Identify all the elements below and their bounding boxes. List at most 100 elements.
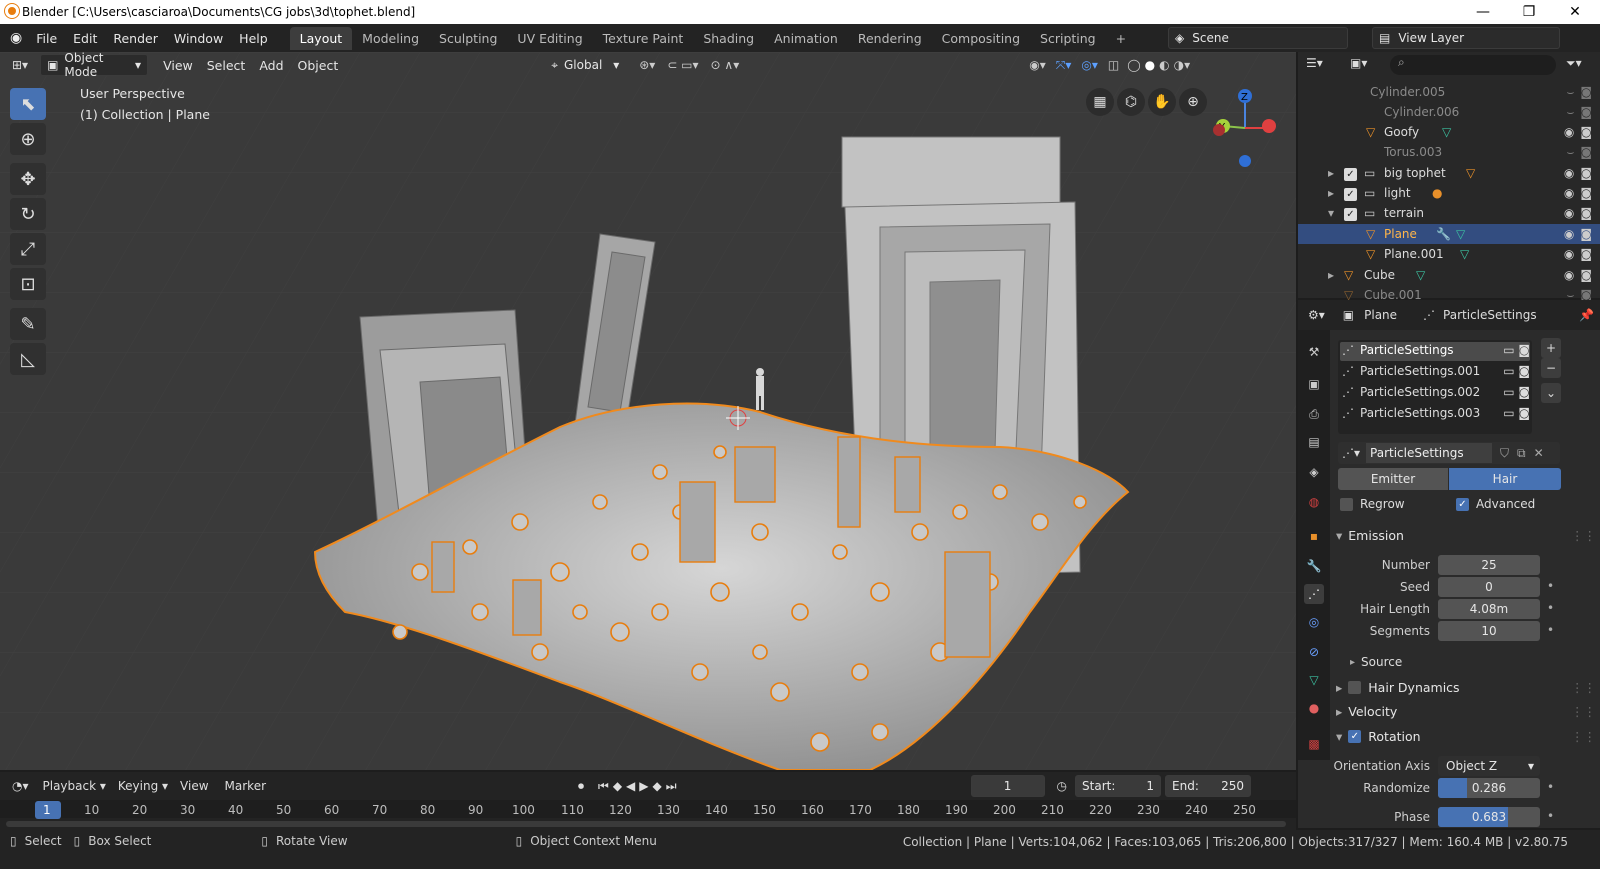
tab-compositing[interactable]: Compositing [932,27,1030,50]
drag-handle-icon[interactable]: ⋮⋮ [1571,680,1596,695]
menu-file[interactable]: File [28,31,65,46]
outliner-row-cylinder-006[interactable]: Cylinder.006 ⌣ ◙ [1298,102,1600,122]
fake-user-shield-icon[interactable]: ⛉ [1500,446,1509,461]
menu-render[interactable]: Render [105,31,166,46]
transform-orientation-dropdown[interactable]: ⌖ Global ▾ [545,54,625,76]
expand-arrow-icon[interactable]: ▸ [1328,186,1334,200]
record-button-icon[interactable]: ⏺ [578,779,584,794]
number-field[interactable]: 25 [1438,555,1540,575]
outliner-row-icons[interactable]: ◉ ◙ [1564,166,1592,180]
measure-tool[interactable]: ◺ [10,343,46,375]
outliner-row-cube[interactable]: ▸ ▽ Cube ▽ ◉ ◙ [1298,265,1600,285]
outliner-editor-icon[interactable]: ☰▾ [1306,56,1323,70]
tab-rendering[interactable]: Rendering [848,27,932,50]
outliner-row-plane[interactable]: ▽ Plane 🔧 ▽ ◉ ◙ [1298,224,1600,244]
collapse-arrow-icon[interactable]: ▾ [1328,206,1334,220]
world-tab-icon[interactable]: ◍ [1304,492,1324,512]
cursor-tool[interactable]: ⊕ [10,123,46,155]
display-mode-icon[interactable]: ▣▾ [1350,56,1367,70]
tab-shading[interactable]: Shading [693,27,764,50]
current-frame-field[interactable]: 1 [970,775,1045,797]
menu-help[interactable]: Help [231,31,276,46]
tab-scripting[interactable]: Scripting [1030,27,1106,50]
particles-tab-icon[interactable]: ⋰ [1304,584,1324,604]
viewport-display-icon[interactable]: ▭ ◙ [1503,385,1530,399]
datablock-name-field[interactable]: ParticleSettings [1366,443,1493,463]
tab-texture-paint[interactable]: Texture Paint [593,27,694,50]
toggle-ortho-icon[interactable]: ▦ [1086,88,1114,116]
hair-dynamics-section-header[interactable]: ▸ Hair Dynamics ⋮⋮ [1336,676,1596,698]
keyframe-dot-icon[interactable]: • [1547,579,1554,593]
outliner-row-icons[interactable]: ◉ ◙ [1564,186,1592,200]
keyframe-dot-icon[interactable]: • [1547,601,1554,615]
editor-type-icon[interactable]: ⊞▾ [12,58,28,72]
type-emitter-button[interactable]: Emitter [1338,468,1448,490]
menu-window[interactable]: Window [166,31,231,46]
output-tab-icon[interactable]: ⎙ [1304,404,1324,424]
list-item[interactable]: ⋰ ParticleSettings ▭ ◙ [1342,343,1530,357]
list-item[interactable]: ⋰ ParticleSettings.002 ▭ ◙ [1342,385,1530,399]
constraints-tab-icon[interactable]: ⊘ [1304,642,1324,662]
annotate-tool[interactable]: ✎ [10,308,46,340]
add-workspace-button[interactable]: + [1106,27,1136,50]
zoom-icon[interactable]: ⊕ [1179,88,1207,116]
material-shading-icon[interactable]: ◐ [1159,58,1169,72]
overlay-toggle-icon[interactable]: ◎▾ [1081,58,1098,72]
keyframe-dot-icon[interactable]: • [1547,809,1554,823]
list-item[interactable]: ⋰ ParticleSettings.001 ▭ ◙ [1342,364,1530,378]
properties-editor-icon[interactable]: ⚙▾ [1308,308,1325,322]
modifier-tab-icon[interactable]: 🔧 [1304,556,1324,576]
outliner-row-goofy[interactable]: ▽ Goofy ▽ ◉ ◙ [1298,122,1600,142]
end-frame-field[interactable]: End: 250 [1165,775,1252,797]
outliner-row-icons[interactable]: ◉ ◙ [1564,247,1592,261]
outliner-row-icons[interactable]: ⌣ ◙ [1566,105,1592,120]
visibility-icon[interactable]: ◉▾ [1029,58,1046,72]
select-box-tool[interactable]: ⬉ [10,88,46,120]
remove-particle-system-button[interactable]: − [1541,358,1561,378]
rotation-section-header[interactable]: ▾ ✓ Rotation ⋮⋮ [1336,725,1596,747]
viewport-menu-select[interactable]: Select [200,56,253,75]
clock-icon[interactable]: ◷ [1057,779,1067,793]
particles-browse-icon[interactable]: ⋰▾ [1342,446,1360,460]
scale-tool[interactable]: ⤢ [10,233,46,265]
start-frame-field[interactable]: Start: 1 [1075,775,1162,797]
outliner-row-big-tophet[interactable]: ▸ ✓ ▭ big tophet ▽ ◉ ◙ [1298,163,1600,183]
material-tab-icon[interactable]: ● [1304,698,1324,718]
expand-arrow-icon[interactable]: ▸ [1328,268,1334,282]
solid-shading-icon[interactable]: ● [1145,58,1155,72]
tool-tab-icon[interactable]: ⚒ [1304,342,1324,362]
outliner-row-icons[interactable]: ◉ ◙ [1564,206,1592,220]
viewport-display-icon[interactable]: ▭ ◙ [1503,406,1530,420]
checkbox-checked-icon[interactable]: ✓ [1344,206,1364,221]
checkbox-checked-icon[interactable]: ✓ [1348,729,1362,743]
view-layer-tab-icon[interactable]: ▤ [1304,432,1324,452]
viewport-menu-view[interactable]: View [156,56,200,75]
outliner-row-torus-003[interactable]: Torus.003 ⌣ ◙ [1298,142,1600,162]
timeline-scrollbar[interactable] [6,821,1286,827]
checkbox-unchecked-icon[interactable] [1348,680,1362,694]
drag-handle-icon[interactable]: ⋮⋮ [1571,704,1596,719]
close-button[interactable]: ✕ [1552,0,1598,24]
keyframe-dot-icon[interactable]: • [1547,623,1554,637]
rotate-tool[interactable]: ↻ [10,198,46,230]
outliner-row-light[interactable]: ▸ ✓ ▭ light ● ◉ ◙ [1298,183,1600,203]
outliner-row-terrain[interactable]: ▾ ✓ ▭ terrain ◉ ◙ [1298,203,1600,223]
viewport-display-icon[interactable]: ▭ ◙ [1503,364,1530,378]
list-item[interactable]: ⋰ ParticleSettings.003 ▭ ◙ [1342,406,1530,420]
drag-handle-icon[interactable]: ⋮⋮ [1571,729,1596,744]
checkbox-checked-icon[interactable]: ✓ [1344,166,1364,181]
object-tab-icon[interactable]: ▪ [1304,526,1324,546]
orientation-axis-dropdown[interactable]: Object Z ▾ [1438,756,1540,776]
timeline-view-menu[interactable]: View [180,779,208,793]
duplicate-icon[interactable]: ⧉ [1517,446,1526,461]
tab-modeling[interactable]: Modeling [352,27,429,50]
outliner-row-cylinder-005[interactable]: Cylinder.005 ⌣ ◙ [1298,82,1600,102]
checkbox-checked-icon[interactable]: ✓ [1344,186,1364,201]
scene-tab-icon[interactable]: ◈ [1304,462,1324,482]
pan-hand-icon[interactable]: ✋ [1148,88,1176,116]
object-mode-dropdown[interactable]: ▣ Object Mode ▾ [40,51,149,79]
rendered-shading-icon[interactable]: ◑▾ [1174,58,1191,72]
source-subpanel-header[interactable]: ▸ Source [1350,655,1402,669]
snap-icon[interactable]: ⊂ ▭▾ [667,58,698,72]
xray-icon[interactable]: ◫ [1108,58,1119,72]
